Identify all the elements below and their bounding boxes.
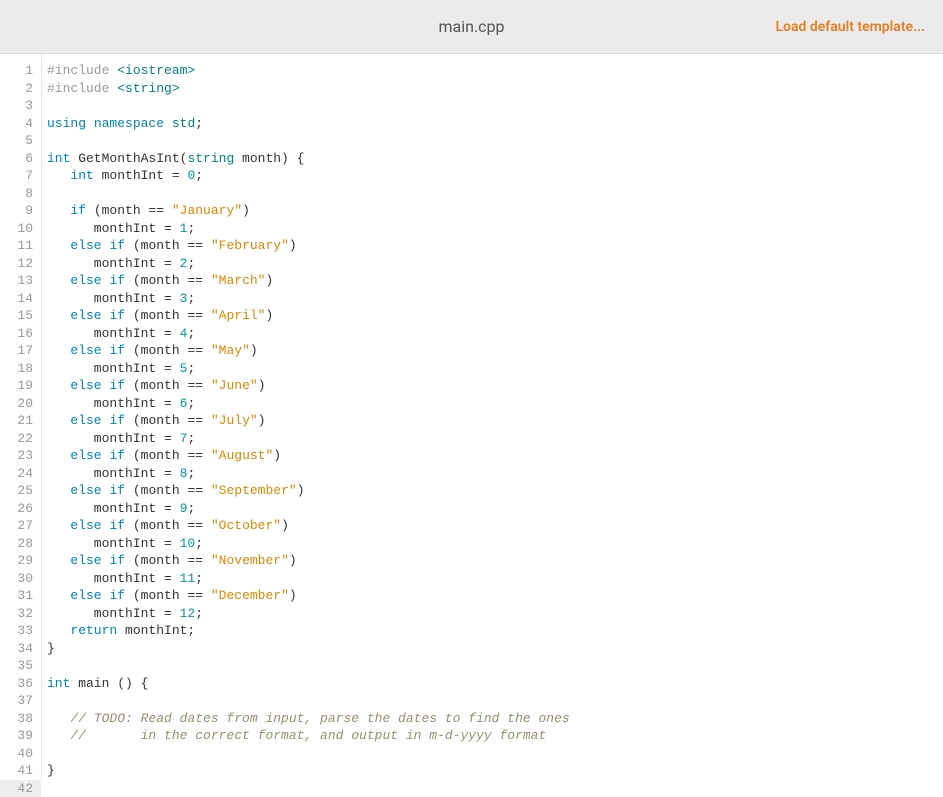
line-number: 9 xyxy=(0,202,41,220)
code-line[interactable]: monthInt = 8; xyxy=(47,465,943,483)
code-line[interactable]: using namespace std; xyxy=(47,115,943,133)
code-line[interactable]: monthInt = 6; xyxy=(47,395,943,413)
editor-header: main.cpp Load default template... xyxy=(0,0,943,54)
code-line[interactable]: monthInt = 11; xyxy=(47,570,943,588)
line-number: 18 xyxy=(0,360,41,378)
code-line[interactable]: monthInt = 7; xyxy=(47,430,943,448)
line-number: 11 xyxy=(0,237,41,255)
code-line[interactable]: int main () { xyxy=(47,675,943,693)
line-number: 34 xyxy=(0,640,41,658)
line-number: 5 xyxy=(0,132,41,150)
code-line[interactable]: monthInt = 12; xyxy=(47,605,943,623)
code-line[interactable]: int monthInt = 0; xyxy=(47,167,943,185)
line-number: 1 xyxy=(0,62,41,80)
line-number: 7 xyxy=(0,167,41,185)
line-number: 39 xyxy=(0,727,41,745)
code-line[interactable]: #include <iostream> xyxy=(47,62,943,80)
code-line[interactable]: monthInt = 5; xyxy=(47,360,943,378)
code-area[interactable]: #include <iostream>#include <string> usi… xyxy=(42,54,943,777)
line-number: 23 xyxy=(0,447,41,465)
code-line[interactable]: if (month == "January") xyxy=(47,202,943,220)
line-number: 26 xyxy=(0,500,41,518)
code-editor[interactable]: 1234567891011121314151617181920212223242… xyxy=(0,54,943,777)
line-number: 35 xyxy=(0,657,41,675)
load-default-template-link[interactable]: Load default template... xyxy=(775,19,925,35)
code-line[interactable]: else if (month == "May") xyxy=(47,342,943,360)
line-number: 6 xyxy=(0,150,41,168)
code-line[interactable]: monthInt = 10; xyxy=(47,535,943,553)
line-number: 3 xyxy=(0,97,41,115)
code-line[interactable]: // in the correct format, and output in … xyxy=(47,727,943,745)
code-line[interactable]: monthInt = 2; xyxy=(47,255,943,273)
code-line[interactable]: monthInt = 9; xyxy=(47,500,943,518)
line-number: 37 xyxy=(0,692,41,710)
line-number: 32 xyxy=(0,605,41,623)
code-line[interactable]: return monthInt; xyxy=(47,622,943,640)
line-number: 15 xyxy=(0,307,41,325)
code-line[interactable] xyxy=(47,745,943,763)
code-line[interactable] xyxy=(47,692,943,710)
code-line[interactable]: else if (month == "December") xyxy=(47,587,943,605)
code-line[interactable]: } xyxy=(47,640,943,658)
line-number: 22 xyxy=(0,430,41,448)
code-line[interactable]: monthInt = 1; xyxy=(47,220,943,238)
code-line[interactable]: else if (month == "March") xyxy=(47,272,943,290)
code-line[interactable]: else if (month == "September") xyxy=(47,482,943,500)
line-number: 38 xyxy=(0,710,41,728)
code-line[interactable]: else if (month == "July") xyxy=(47,412,943,430)
code-line[interactable]: else if (month == "November") xyxy=(47,552,943,570)
code-line[interactable]: } xyxy=(47,762,943,777)
line-number: 2 xyxy=(0,80,41,98)
line-number: 10 xyxy=(0,220,41,238)
line-number: 19 xyxy=(0,377,41,395)
line-number: 4 xyxy=(0,115,41,133)
line-number: 29 xyxy=(0,552,41,570)
code-line[interactable] xyxy=(47,132,943,150)
line-number: 16 xyxy=(0,325,41,343)
line-number: 8 xyxy=(0,185,41,203)
line-number: 20 xyxy=(0,395,41,413)
line-number: 14 xyxy=(0,290,41,308)
code-line[interactable]: else if (month == "April") xyxy=(47,307,943,325)
filename-label: main.cpp xyxy=(438,17,504,36)
line-number: 21 xyxy=(0,412,41,430)
line-number: 31 xyxy=(0,587,41,605)
line-number: 30 xyxy=(0,570,41,588)
line-number: 28 xyxy=(0,535,41,553)
code-line[interactable] xyxy=(47,657,943,675)
line-number: 17 xyxy=(0,342,41,360)
code-line[interactable] xyxy=(47,185,943,203)
line-number: 42 xyxy=(0,780,41,797)
code-line[interactable]: else if (month == "February") xyxy=(47,237,943,255)
line-number: 36 xyxy=(0,675,41,693)
code-line[interactable]: else if (month == "June") xyxy=(47,377,943,395)
code-line[interactable]: monthInt = 3; xyxy=(47,290,943,308)
code-line[interactable]: monthInt = 4; xyxy=(47,325,943,343)
code-line[interactable]: #include <string> xyxy=(47,80,943,98)
code-line[interactable]: else if (month == "October") xyxy=(47,517,943,535)
code-line[interactable]: int GetMonthAsInt(string month) { xyxy=(47,150,943,168)
line-number: 13 xyxy=(0,272,41,290)
code-line[interactable] xyxy=(47,97,943,115)
line-number: 12 xyxy=(0,255,41,273)
line-number: 27 xyxy=(0,517,41,535)
line-number: 33 xyxy=(0,622,41,640)
line-number: 40 xyxy=(0,745,41,763)
line-number: 25 xyxy=(0,482,41,500)
line-number: 24 xyxy=(0,465,41,483)
code-line[interactable]: // TODO: Read dates from input, parse th… xyxy=(47,710,943,728)
code-line[interactable]: else if (month == "August") xyxy=(47,447,943,465)
line-number-gutter: 1234567891011121314151617181920212223242… xyxy=(0,54,42,777)
